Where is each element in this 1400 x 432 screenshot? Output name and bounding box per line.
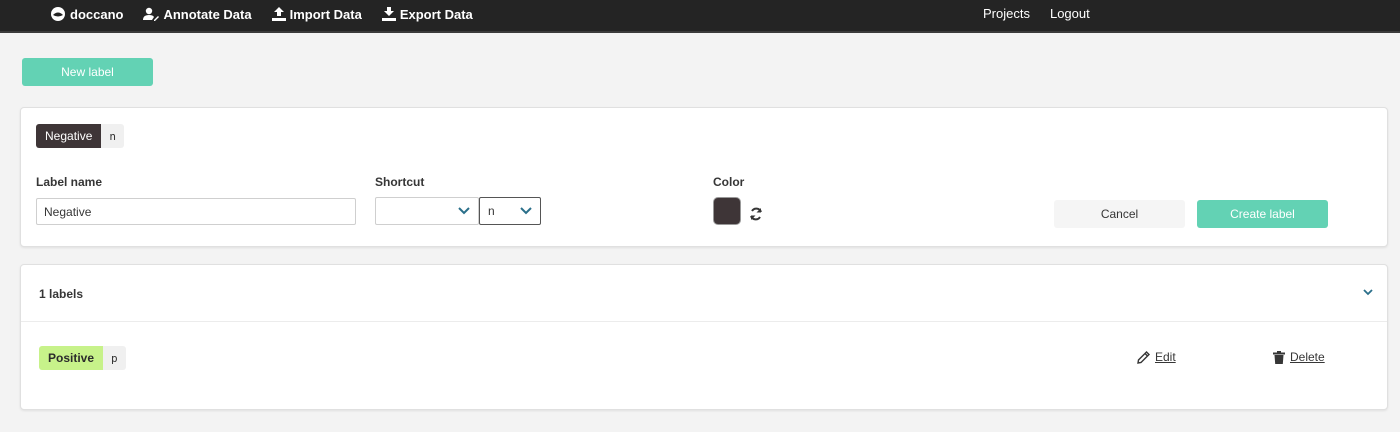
- cancel-button[interactable]: Cancel: [1054, 200, 1185, 228]
- projects-link[interactable]: Projects: [983, 6, 1030, 21]
- navbar-right: Projects Logout: [983, 6, 1110, 21]
- color-heading: Color: [713, 175, 745, 189]
- export-data-link[interactable]: Export Data: [381, 6, 473, 22]
- user-edit-icon: [143, 7, 160, 21]
- shortcut-key-select[interactable]: n: [479, 197, 541, 225]
- label-tag: Positive p: [39, 346, 126, 370]
- labels-count-title: 1 labels: [39, 287, 84, 301]
- upload-icon: [271, 7, 286, 21]
- brand-link[interactable]: doccano: [50, 6, 123, 22]
- new-label-button[interactable]: New label: [22, 58, 153, 86]
- navbar-left: doccano Annotate Data Import Data Export…: [50, 6, 493, 22]
- delete-label-text: Delete: [1290, 350, 1325, 364]
- refresh-icon[interactable]: [749, 207, 763, 221]
- label-name-input[interactable]: [36, 198, 356, 225]
- trash-icon: [1273, 350, 1285, 364]
- chevron-down-icon: [520, 207, 532, 215]
- edit-label-button[interactable]: Edit: [1137, 350, 1176, 364]
- shortcut-heading: Shortcut: [375, 175, 425, 189]
- shortcut-modifier-select[interactable]: [375, 197, 479, 225]
- pencil-icon: [1137, 350, 1150, 364]
- annotate-data-label: Annotate Data: [163, 6, 252, 22]
- doccano-logo-icon: [51, 7, 65, 21]
- label-tag-shortcut: p: [103, 346, 126, 370]
- brand-text: doccano: [70, 6, 124, 22]
- label-preview-name: Negative: [36, 124, 102, 148]
- label-preview-tag: Negative n: [36, 124, 124, 148]
- export-data-label: Export Data: [399, 6, 473, 22]
- chevron-down-icon: [458, 207, 470, 215]
- import-data-label: Import Data: [289, 6, 362, 22]
- download-icon: [381, 7, 396, 21]
- shortcut-key-value: n: [488, 204, 495, 218]
- logout-link[interactable]: Logout: [1050, 6, 1090, 21]
- label-preview-shortcut: n: [101, 124, 124, 148]
- import-data-link[interactable]: Import Data: [271, 6, 362, 22]
- edit-label-text: Edit: [1155, 350, 1176, 364]
- annotate-data-link[interactable]: Annotate Data: [143, 6, 252, 22]
- labels-list-card: 1 labels Positive p Edit Delete: [20, 264, 1388, 410]
- create-label-button[interactable]: Create label: [1197, 200, 1328, 228]
- delete-label-button[interactable]: Delete: [1273, 350, 1325, 364]
- color-picker-swatch[interactable]: [713, 197, 741, 225]
- labels-list-header: 1 labels: [21, 265, 1387, 322]
- label-name-heading: Label name: [36, 175, 103, 189]
- label-form-card: Negative n Label name Shortcut n Color C…: [20, 107, 1388, 247]
- chevron-down-icon[interactable]: [1363, 288, 1373, 296]
- navbar: doccano Annotate Data Import Data Export…: [0, 0, 1400, 33]
- label-tag-name: Positive: [39, 346, 104, 370]
